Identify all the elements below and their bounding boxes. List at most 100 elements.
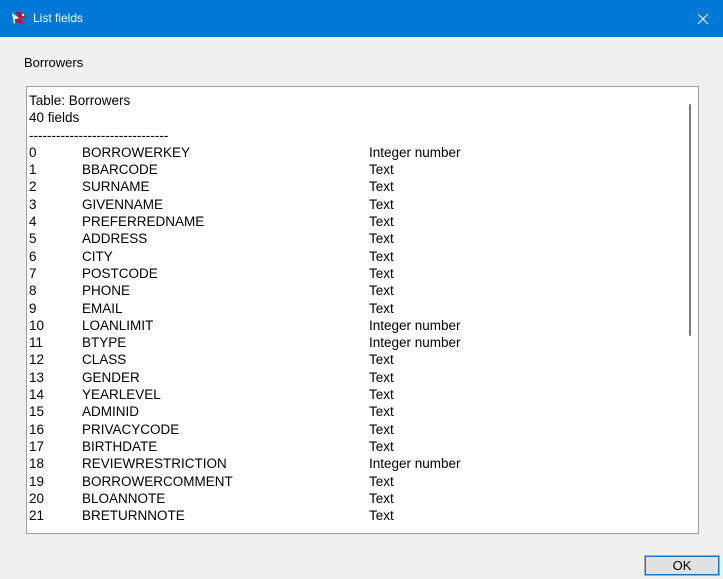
- field-row: 12 CLASS Text: [29, 351, 679, 368]
- field-type: Integer number: [369, 317, 461, 333]
- field-row: 21 BRETURNNOTE Text: [29, 507, 679, 524]
- field-type: Text: [369, 369, 394, 385]
- field-row: 7 POSTCODE Text: [29, 265, 679, 282]
- field-index: 6: [29, 248, 37, 264]
- field-name: BRETURNNOTE: [82, 508, 185, 524]
- ok-button[interactable]: OK: [644, 555, 720, 576]
- field-name: BORROWERKEY: [82, 144, 191, 160]
- table-name-label: Borrowers: [24, 55, 84, 70]
- field-index: 15: [29, 404, 45, 420]
- field-type: Text: [369, 490, 394, 506]
- field-row: 11 BTYPE Integer number: [29, 334, 679, 351]
- field-index: 2: [29, 179, 37, 195]
- field-row: 10 LOANLIMIT Integer number: [29, 317, 679, 334]
- field-index: 3: [29, 196, 37, 212]
- field-index: 19: [29, 473, 45, 489]
- field-index: 18: [29, 456, 45, 472]
- field-type: Integer number: [369, 456, 461, 472]
- field-row: 15 ADMINID Text: [29, 403, 679, 420]
- field-row: 19 BORROWERCOMMENT Text: [29, 473, 679, 490]
- field-name: GIVENNAME: [82, 196, 164, 212]
- field-type: Text: [369, 421, 394, 437]
- field-name: GENDER: [82, 369, 140, 385]
- field-index: 11: [29, 335, 44, 351]
- field-type: Text: [369, 162, 394, 178]
- field-row: 2 SURNAME Text: [29, 178, 679, 195]
- field-index: 17: [29, 438, 45, 454]
- field-name: BBARCODE: [82, 162, 158, 178]
- field-name: PREFERREDNAME: [82, 214, 205, 230]
- field-type: Text: [369, 438, 394, 454]
- close-icon: [697, 13, 709, 24]
- field-row: 0 BORROWERKEY Integer number: [29, 144, 679, 161]
- field-index: 16: [29, 421, 45, 437]
- field-type: Text: [369, 300, 394, 316]
- field-type: Text: [369, 214, 394, 230]
- field-row: 1 BBARCODE Text: [29, 161, 679, 178]
- field-row: 16 PRIVACYCODE Text: [29, 421, 679, 438]
- separator-line: -------------------------------: [29, 127, 169, 143]
- field-row: 13 GENDER Text: [29, 369, 679, 386]
- field-index: 13: [29, 369, 45, 385]
- field-name: POSTCODE: [82, 265, 158, 281]
- field-type: Text: [369, 179, 394, 195]
- field-name: CLASS: [82, 352, 127, 368]
- field-name: ADMINID: [82, 404, 139, 420]
- field-name: BIRTHDATE: [82, 438, 158, 454]
- field-type: Text: [369, 231, 394, 247]
- field-type: Text: [369, 352, 394, 368]
- field-type: Text: [369, 473, 394, 489]
- field-type: Integer number: [369, 335, 461, 351]
- field-index: 20: [29, 490, 45, 506]
- field-type: Text: [369, 508, 394, 524]
- field-name: BORROWERCOMMENT: [82, 473, 233, 489]
- field-name: PRIVACYCODE: [82, 421, 180, 437]
- field-row: 14 YEARLEVEL Text: [29, 386, 679, 403]
- field-name: LOANLIMIT: [82, 317, 154, 333]
- field-index: 12: [29, 352, 45, 368]
- scrollbar-thumb[interactable]: [689, 104, 691, 336]
- field-name: SURNAME: [82, 179, 150, 195]
- field-name: CITY: [82, 248, 113, 264]
- field-type: Text: [369, 248, 394, 264]
- field-type: Text: [369, 265, 394, 281]
- field-index: 4: [29, 214, 37, 230]
- field-index: 7: [29, 265, 37, 281]
- list-fields-dialog: List fields Borrowers Table: Borrowers 4…: [0, 0, 723, 579]
- close-button[interactable]: [683, 0, 723, 37]
- field-type: Integer number: [369, 144, 461, 160]
- vertical-scrollbar[interactable]: [684, 89, 696, 531]
- window-title: List fields: [33, 11, 84, 25]
- field-type: Text: [369, 387, 394, 403]
- field-index: 9: [29, 300, 37, 316]
- field-row: 3 GIVENNAME Text: [29, 196, 679, 213]
- field-row: 4 PREFERREDNAME Text: [29, 213, 679, 230]
- field-index: 8: [29, 283, 37, 299]
- field-row: 18 REVIEWRESTRICTION Integer number: [29, 455, 679, 472]
- field-name: PHONE: [82, 283, 131, 299]
- field-index: 21: [29, 508, 45, 524]
- field-row: 5 ADDRESS Text: [29, 230, 679, 247]
- field-name: REVIEWRESTRICTION: [82, 456, 227, 472]
- title-bar: List fields: [0, 0, 723, 37]
- field-row: 17 BIRTHDATE Text: [29, 438, 679, 455]
- field-name: YEARLEVEL: [82, 387, 161, 403]
- field-name: EMAIL: [82, 300, 123, 316]
- field-type: Text: [369, 283, 394, 299]
- field-row: 9 EMAIL Text: [29, 300, 679, 317]
- table-line: Table: Borrowers: [29, 93, 131, 108]
- fields-text-panel[interactable]: Table: Borrowers 40 fields -------------…: [26, 86, 699, 534]
- field-index: 5: [29, 231, 37, 247]
- field-index: 10: [29, 317, 45, 333]
- field-index: 0: [29, 144, 37, 160]
- app-bird-icon: [10, 9, 28, 27]
- field-rows: 0 BORROWERKEY Integer number 1 BBARCODE Text 2…: [29, 144, 679, 525]
- field-count-line: 40 fields: [29, 110, 80, 126]
- field-index: 1: [29, 162, 37, 178]
- field-index: 14: [29, 387, 45, 403]
- fields-listing: Table: Borrowers 40 fields -------------…: [29, 92, 679, 524]
- field-row: 20 BLOANNOTE Text: [29, 490, 679, 507]
- field-row: 8 PHONE Text: [29, 282, 679, 299]
- field-type: Text: [369, 404, 394, 420]
- field-name: BLOANNOTE: [82, 490, 166, 506]
